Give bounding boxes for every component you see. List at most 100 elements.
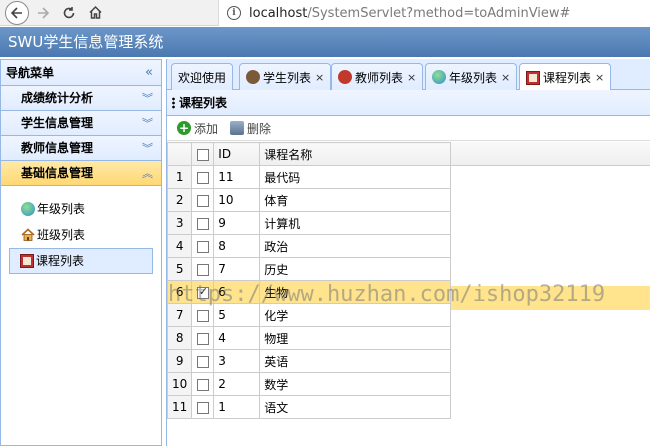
row-checkbox[interactable] [191,395,215,419]
row-checkbox[interactable] [191,165,215,189]
tab-label: 欢迎使用 [178,70,227,85]
tab-bar: 欢迎使用 学生列表 × 教师列表 × 年级列表 × 课程列表 × [167,59,650,91]
row-number: 8 [166,326,193,350]
delete-button[interactable]: 删除 [230,120,271,137]
checkbox-icon [196,332,209,345]
student-icon [246,70,260,84]
cell-course-name: 英语 [259,349,451,373]
forward-button[interactable] [30,0,56,26]
row-number: 1 [166,165,193,189]
delete-label: 删除 [247,121,272,136]
chevron-down-icon: ︾ [142,92,153,105]
accordion-score-analysis[interactable]: 成绩统计分析 ︾ [1,86,161,111]
panel-header: 课程列表 [167,90,650,116]
checkbox-icon [196,217,209,230]
tab-label: 年级列表 [449,70,498,85]
row-checkbox[interactable] [191,234,215,258]
globe-icon [432,70,446,84]
row-checkbox[interactable] [191,188,215,212]
cell-id: 10 [213,188,261,212]
close-icon[interactable]: × [407,71,416,84]
cell-course-name: 最代码 [259,165,451,189]
cell-course-name: 数学 [259,372,451,396]
cell-id: 1 [213,395,261,419]
cell-id: 9 [213,211,261,235]
sidebar-item-label: 年级列表 [37,202,86,216]
info-icon[interactable]: i [227,6,241,20]
add-button[interactable]: + 添加 [177,120,218,137]
chevron-down-icon: ︾ [142,117,153,130]
add-icon: + [177,121,191,135]
browser-toolbar: i localhost/SystemServlet?method=toAdmin… [0,0,650,26]
sidebar-item-course-list[interactable]: 课程列表 [9,248,153,274]
table-row[interactable]: 3 9 计算机 [166,211,451,235]
table-row[interactable]: 5 7 历史 [166,257,451,281]
checkbox-icon [196,378,209,391]
sidebar-items: 年级列表 班级列表 课程列表 [1,186,161,274]
column-header-name[interactable]: 课程名称 [259,142,451,166]
sidebar-item-grade-list[interactable]: 年级列表 [1,196,161,222]
sidebar-item-class-list[interactable]: 班级列表 [1,222,161,248]
tab-teacher-list[interactable]: 教师列表 × [331,63,424,90]
accordion-label: 基础信息管理 [21,166,94,180]
book-icon [20,254,34,268]
table-row[interactable]: 1 11 最代码 [166,165,451,189]
row-number: 2 [166,188,193,212]
row-checkbox[interactable] [191,372,215,396]
app-title: SWU学生信息管理系统 [0,27,650,57]
checkbox-icon [196,171,209,184]
add-label: 添加 [194,121,219,136]
home-button[interactable] [82,0,108,26]
accordion-label: 学生信息管理 [21,116,94,130]
collapse-left-icon[interactable]: « [145,60,153,86]
row-number: 5 [166,257,193,281]
table-row[interactable]: 8 4 物理 [166,326,451,350]
row-number: 9 [166,349,193,373]
row-checkbox[interactable] [191,211,215,235]
accordion-teacher-management[interactable]: 教师信息管理 ︾ [1,136,161,161]
table-row[interactable]: 4 8 政治 [166,234,451,258]
row-checkbox[interactable] [191,326,215,350]
address-bar[interactable]: i localhost/SystemServlet?method=toAdmin… [218,0,650,26]
teacher-icon [338,70,352,84]
select-all-checkbox[interactable] [191,142,215,166]
cell-id: 3 [213,349,261,373]
tab-label: 教师列表 [355,70,404,85]
accordion-basic-info-management[interactable]: 基础信息管理 ︽ [1,161,161,186]
panel-title: 课程列表 [179,96,228,110]
table-row[interactable]: 10 2 数学 [166,372,451,396]
delete-icon [230,121,245,135]
cell-course-name: 历史 [259,257,451,281]
table-row[interactable]: 2 10 体育 [166,188,451,212]
tab-course-list[interactable]: 课程列表 × [519,63,612,91]
rownum-header [166,142,193,166]
cell-course-name: 语文 [259,395,451,419]
column-header-id[interactable]: ID [213,142,261,166]
close-icon[interactable]: × [501,71,510,84]
main-content: 欢迎使用 学生列表 × 教师列表 × 年级列表 × 课程列表 × 课程列表 + [166,59,650,446]
home-icon [88,5,102,19]
close-icon[interactable]: × [315,71,324,84]
reload-button[interactable] [56,0,82,26]
tab-label: 学生列表 [263,70,312,85]
back-button[interactable] [4,0,30,26]
table-row[interactable]: 11 1 语文 [166,395,451,419]
table-row[interactable]: 9 3 英语 [166,349,451,373]
drag-handle-icon [172,97,175,109]
tab-grade-list[interactable]: 年级列表 × [425,63,518,90]
cell-course-name: 政治 [259,234,451,258]
row-number: 11 [166,395,193,419]
checkbox-icon [196,240,209,253]
tab-welcome[interactable]: 欢迎使用 [171,63,234,90]
cell-id: 2 [213,372,261,396]
accordion-student-management[interactable]: 学生信息管理 ︾ [1,111,161,136]
cell-id: 4 [213,326,261,350]
grid-toolbar: + 添加 删除 [167,116,650,141]
row-checkbox[interactable] [191,257,215,281]
row-checkbox[interactable] [191,349,215,373]
close-icon[interactable]: × [595,71,604,84]
course-table: ID 课程名称 111最代码210体育39计算机48政治57历史66生物75化学… [166,142,451,419]
row-number: 10 [166,372,193,396]
row-number: 3 [166,211,193,235]
tab-student-list[interactable]: 学生列表 × [239,63,332,90]
